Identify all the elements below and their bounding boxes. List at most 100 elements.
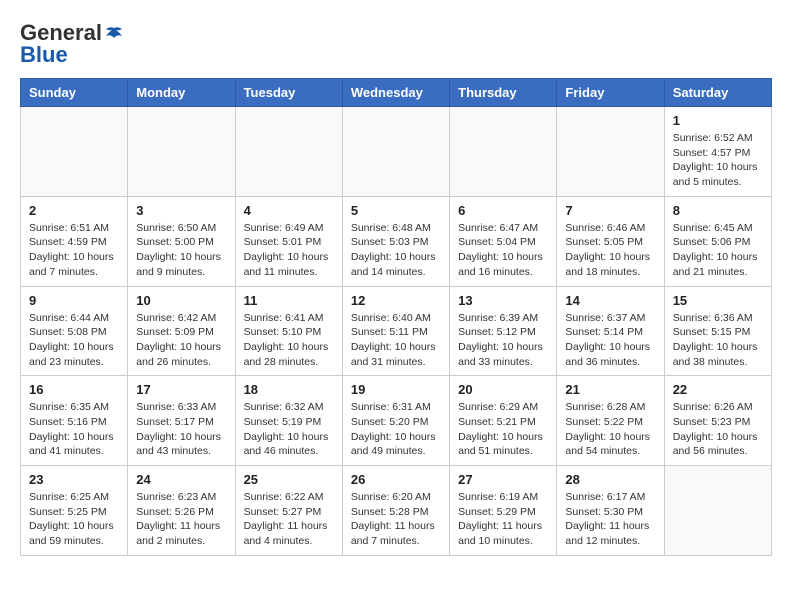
table-row: 11 Sunrise: 6:41 AM Sunset: 5:10 PM Dayli…: [235, 286, 342, 376]
day-info: Sunrise: 6:35 AM Sunset: 5:16 PM Dayligh…: [29, 400, 119, 459]
calendar-header-row: Sunday Monday Tuesday Wednesday Thursday…: [21, 79, 772, 107]
day-number: 23: [29, 472, 119, 487]
day-number: 10: [136, 293, 226, 308]
table-row: 27 Sunrise: 6:19 AM Sunset: 5:29 PM Dayli…: [450, 466, 557, 556]
day-number: 8: [673, 203, 763, 218]
day-info: Sunrise: 6:25 AM Sunset: 5:25 PM Dayligh…: [29, 490, 119, 549]
day-info: Sunrise: 6:32 AM Sunset: 5:19 PM Dayligh…: [244, 400, 334, 459]
day-info: Sunrise: 6:44 AM Sunset: 5:08 PM Dayligh…: [29, 311, 119, 370]
day-number: 14: [565, 293, 655, 308]
day-info: Sunrise: 6:46 AM Sunset: 5:05 PM Dayligh…: [565, 221, 655, 280]
day-info: Sunrise: 6:37 AM Sunset: 5:14 PM Dayligh…: [565, 311, 655, 370]
table-row: 18 Sunrise: 6:32 AM Sunset: 5:19 PM Dayli…: [235, 376, 342, 466]
calendar-week-row: 9 Sunrise: 6:44 AM Sunset: 5:08 PM Daylig…: [21, 286, 772, 376]
day-info: Sunrise: 6:39 AM Sunset: 5:12 PM Dayligh…: [458, 311, 548, 370]
day-number: 3: [136, 203, 226, 218]
page-header: General Blue: [20, 20, 772, 68]
day-info: Sunrise: 6:28 AM Sunset: 5:22 PM Dayligh…: [565, 400, 655, 459]
table-row: 8Sunrise: 6:45 AM Sunset: 5:06 PM Daylig…: [664, 196, 771, 286]
day-info: Sunrise: 6:22 AM Sunset: 5:27 PM Dayligh…: [244, 490, 334, 549]
table-row: [21, 107, 128, 197]
day-info: Sunrise: 6:29 AM Sunset: 5:21 PM Dayligh…: [458, 400, 548, 459]
day-number: 1: [673, 113, 763, 128]
col-sunday: Sunday: [21, 79, 128, 107]
table-row: 6 Sunrise: 6:47 AM Sunset: 5:04 PM Daylig…: [450, 196, 557, 286]
day-info: Sunrise: 6:33 AM Sunset: 5:17 PM Dayligh…: [136, 400, 226, 459]
calendar-week-row: 1Sunrise: 6:52 AM Sunset: 4:57 PM Daylig…: [21, 107, 772, 197]
col-wednesday: Wednesday: [342, 79, 449, 107]
day-info: Sunrise: 6:50 AM Sunset: 5:00 PM Dayligh…: [136, 221, 226, 280]
table-row: 20 Sunrise: 6:29 AM Sunset: 5:21 PM Dayli…: [450, 376, 557, 466]
day-number: 19: [351, 382, 441, 397]
logo-bird-icon: [104, 26, 124, 40]
table-row: [235, 107, 342, 197]
day-number: 4: [244, 203, 334, 218]
day-number: 20: [458, 382, 548, 397]
day-number: 15: [673, 293, 763, 308]
day-number: 12: [351, 293, 441, 308]
table-row: 7 Sunrise: 6:46 AM Sunset: 5:05 PM Daylig…: [557, 196, 664, 286]
table-row: 19 Sunrise: 6:31 AM Sunset: 5:20 PM Dayli…: [342, 376, 449, 466]
table-row: 25 Sunrise: 6:22 AM Sunset: 5:27 PM Dayli…: [235, 466, 342, 556]
day-number: 18: [244, 382, 334, 397]
table-row: 28 Sunrise: 6:17 AM Sunset: 5:30 PM Dayli…: [557, 466, 664, 556]
table-row: [128, 107, 235, 197]
table-row: 2 Sunrise: 6:51 AM Sunset: 4:59 PM Daylig…: [21, 196, 128, 286]
day-number: 25: [244, 472, 334, 487]
table-row: 17 Sunrise: 6:33 AM Sunset: 5:17 PM Dayli…: [128, 376, 235, 466]
day-number: 6: [458, 203, 548, 218]
table-row: [450, 107, 557, 197]
table-row: 5 Sunrise: 6:48 AM Sunset: 5:03 PM Daylig…: [342, 196, 449, 286]
table-row: 3 Sunrise: 6:50 AM Sunset: 5:00 PM Daylig…: [128, 196, 235, 286]
day-info: Sunrise: 6:20 AM Sunset: 5:28 PM Dayligh…: [351, 490, 441, 549]
day-number: 21: [565, 382, 655, 397]
logo: General Blue: [20, 20, 126, 68]
calendar-week-row: 16 Sunrise: 6:35 AM Sunset: 5:16 PM Dayli…: [21, 376, 772, 466]
day-number: 22: [673, 382, 763, 397]
day-info: Sunrise: 6:41 AM Sunset: 5:10 PM Dayligh…: [244, 311, 334, 370]
day-info: Sunrise: 6:36 AM Sunset: 5:15 PM Dayligh…: [673, 311, 763, 370]
logo-blue: Blue: [20, 42, 68, 68]
table-row: [664, 466, 771, 556]
day-number: 9: [29, 293, 119, 308]
day-info: Sunrise: 6:48 AM Sunset: 5:03 PM Dayligh…: [351, 221, 441, 280]
day-info: Sunrise: 6:47 AM Sunset: 5:04 PM Dayligh…: [458, 221, 548, 280]
table-row: 14 Sunrise: 6:37 AM Sunset: 5:14 PM Dayli…: [557, 286, 664, 376]
col-tuesday: Tuesday: [235, 79, 342, 107]
day-info: Sunrise: 6:23 AM Sunset: 5:26 PM Dayligh…: [136, 490, 226, 549]
day-number: 26: [351, 472, 441, 487]
day-info: Sunrise: 6:19 AM Sunset: 5:29 PM Dayligh…: [458, 490, 548, 549]
table-row: 22 Sunrise: 6:26 AM Sunset: 5:23 PM Dayli…: [664, 376, 771, 466]
day-info: Sunrise: 6:26 AM Sunset: 5:23 PM Dayligh…: [673, 400, 763, 459]
day-number: 7: [565, 203, 655, 218]
day-number: 24: [136, 472, 226, 487]
day-number: 13: [458, 293, 548, 308]
table-row: 12 Sunrise: 6:40 AM Sunset: 5:11 PM Dayli…: [342, 286, 449, 376]
table-row: 1Sunrise: 6:52 AM Sunset: 4:57 PM Daylig…: [664, 107, 771, 197]
day-number: 28: [565, 472, 655, 487]
day-info: Sunrise: 6:49 AM Sunset: 5:01 PM Dayligh…: [244, 221, 334, 280]
table-row: 9 Sunrise: 6:44 AM Sunset: 5:08 PM Daylig…: [21, 286, 128, 376]
table-row: [342, 107, 449, 197]
table-row: 10Sunrise: 6:42 AM Sunset: 5:09 PM Dayli…: [128, 286, 235, 376]
day-number: 5: [351, 203, 441, 218]
day-info: Sunrise: 6:17 AM Sunset: 5:30 PM Dayligh…: [565, 490, 655, 549]
day-number: 27: [458, 472, 548, 487]
table-row: 16 Sunrise: 6:35 AM Sunset: 5:16 PM Dayli…: [21, 376, 128, 466]
day-number: 2: [29, 203, 119, 218]
day-info: Sunrise: 6:51 AM Sunset: 4:59 PM Dayligh…: [29, 221, 119, 280]
table-row: 13 Sunrise: 6:39 AM Sunset: 5:12 PM Dayli…: [450, 286, 557, 376]
calendar-week-row: 23 Sunrise: 6:25 AM Sunset: 5:25 PM Dayli…: [21, 466, 772, 556]
col-friday: Friday: [557, 79, 664, 107]
table-row: 23 Sunrise: 6:25 AM Sunset: 5:25 PM Dayli…: [21, 466, 128, 556]
day-number: 16: [29, 382, 119, 397]
day-number: 11: [244, 293, 334, 308]
table-row: [557, 107, 664, 197]
calendar-week-row: 2 Sunrise: 6:51 AM Sunset: 4:59 PM Daylig…: [21, 196, 772, 286]
day-info: Sunrise: 6:40 AM Sunset: 5:11 PM Dayligh…: [351, 311, 441, 370]
table-row: 24 Sunrise: 6:23 AM Sunset: 5:26 PM Dayli…: [128, 466, 235, 556]
calendar-table: Sunday Monday Tuesday Wednesday Thursday…: [20, 78, 772, 556]
day-number: 17: [136, 382, 226, 397]
table-row: 15 Sunrise: 6:36 AM Sunset: 5:15 PM Dayli…: [664, 286, 771, 376]
day-info: Sunrise: 6:31 AM Sunset: 5:20 PM Dayligh…: [351, 400, 441, 459]
